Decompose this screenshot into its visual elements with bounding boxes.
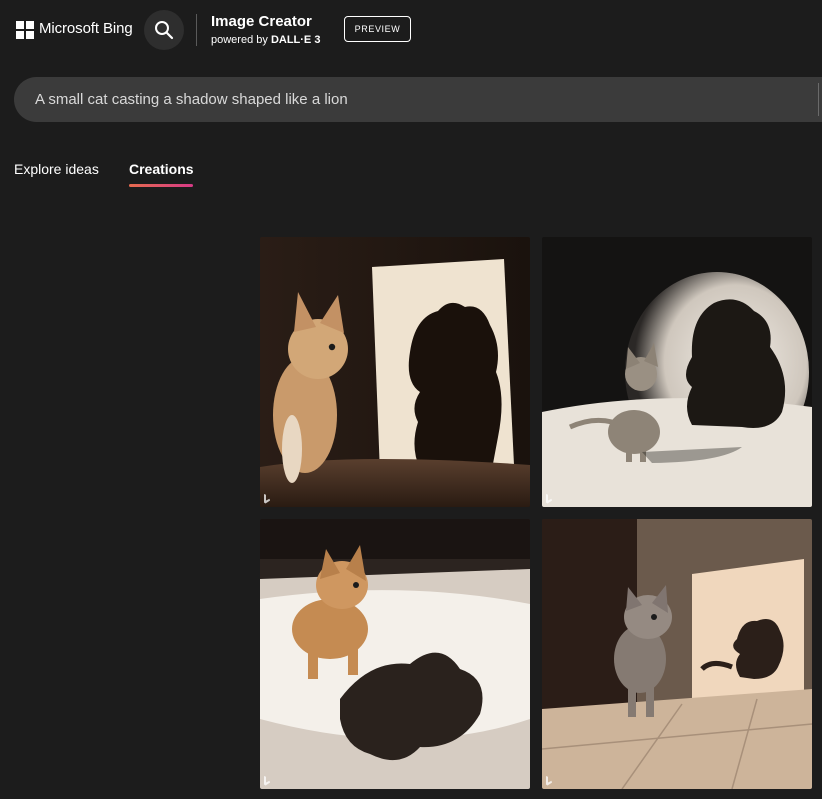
bing-b-icon — [546, 494, 552, 504]
bing-b-icon — [264, 494, 270, 504]
app-title[interactable]: Image Creator — [211, 13, 312, 30]
prompt-input-value: A small cat casting a shadow shaped like… — [35, 91, 348, 108]
image-1-art — [260, 237, 530, 507]
active-tab-indicator — [129, 184, 193, 187]
prompt-input[interactable]: A small cat casting a shadow shaped like… — [14, 77, 822, 122]
search-icon — [155, 21, 174, 40]
generated-image-2[interactable] — [542, 237, 812, 507]
generated-image-4[interactable] — [542, 519, 812, 789]
header-divider — [196, 14, 197, 46]
bing-b-icon — [546, 776, 552, 786]
bing-b-icon — [264, 776, 270, 786]
app-subtitle: powered by DALL·E 3 — [211, 34, 320, 46]
microsoft-logo-icon[interactable] — [16, 21, 34, 39]
app-subtitle-prefix: powered by — [211, 34, 268, 46]
app-subtitle-model: DALL·E 3 — [270, 34, 321, 46]
tab-explore-ideas[interactable]: Explore ideas — [14, 161, 99, 177]
preview-badge: PREVIEW — [344, 16, 411, 42]
image-4-art — [542, 519, 812, 789]
image-2-art — [542, 237, 812, 507]
generated-image-1[interactable] — [260, 237, 530, 507]
tab-creations[interactable]: Creations — [129, 161, 194, 177]
prompt-input-divider — [818, 83, 819, 116]
search-button[interactable] — [144, 10, 184, 50]
generated-image-3[interactable] — [260, 519, 530, 789]
brand-name[interactable]: Microsoft Bing — [39, 20, 133, 37]
top-bar: Microsoft Bing Image Creator powered by … — [0, 0, 822, 62]
image-3-art — [260, 519, 530, 789]
